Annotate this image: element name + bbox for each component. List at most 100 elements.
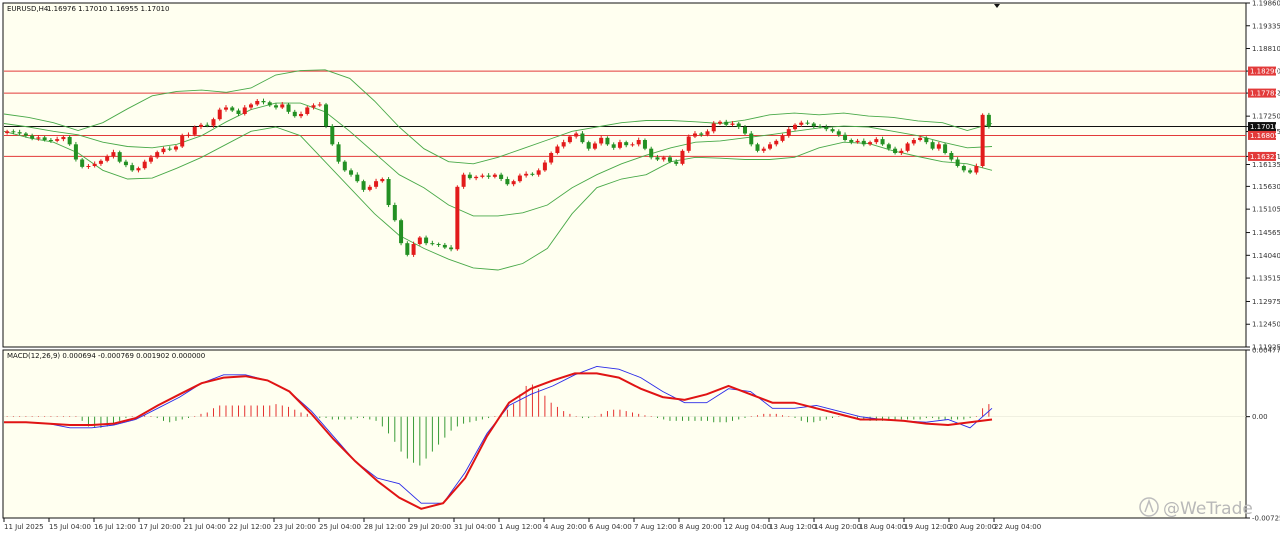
candle-body	[136, 168, 141, 171]
candle-body	[17, 132, 22, 134]
candle-body	[392, 205, 397, 221]
time-tick-label: 29 Jul 20:00	[409, 523, 451, 531]
candle-body	[436, 244, 441, 246]
candle-body	[642, 139, 647, 149]
candle-body	[455, 186, 460, 250]
candle-body	[936, 144, 941, 149]
candle-body	[180, 135, 185, 147]
candle-body	[830, 129, 835, 132]
price-tick-label: 1.13515	[1252, 275, 1280, 283]
candle-body	[480, 175, 485, 177]
price-tick-label: 1.14040	[1252, 252, 1280, 260]
level-label: 1.16321	[1250, 153, 1279, 161]
candle-body	[317, 104, 322, 106]
time-tick-label: 22 Jul 12:00	[229, 523, 271, 531]
candle-body	[449, 247, 454, 250]
candle-body	[861, 140, 866, 145]
candle-body	[349, 170, 354, 175]
candle-body	[980, 114, 985, 167]
candle-body	[955, 159, 960, 167]
candle-body	[567, 136, 572, 143]
candle-body	[605, 137, 610, 145]
candle-body	[793, 124, 798, 130]
candle-body	[386, 179, 391, 206]
candle-body	[617, 142, 622, 148]
chart-canvas: 1.19860 1.19335 1.18810 1.18290 1.17782 1.172…	[0, 0, 1280, 537]
time-tick-label: 17 Jul 20:00	[139, 523, 181, 531]
candle-body	[705, 131, 710, 135]
candle-body	[380, 179, 385, 182]
candle-body	[586, 142, 591, 149]
candle-body	[148, 157, 153, 162]
candle-body	[686, 136, 691, 151]
candle-body	[205, 124, 210, 126]
candle-body	[868, 142, 873, 145]
symbol-label: EURUSD,H4	[7, 5, 49, 13]
level-label: 1.18290	[1250, 68, 1279, 76]
candle-body	[974, 166, 979, 173]
candle-body	[424, 237, 429, 244]
candle-body	[661, 157, 666, 160]
candle-body	[486, 175, 491, 177]
time-tick-label: 25 Jul 04:00	[319, 523, 361, 531]
candle-body	[592, 143, 597, 149]
candle-body	[492, 174, 497, 177]
candle-body	[417, 237, 422, 245]
candle-body	[849, 139, 854, 143]
candle-body	[5, 131, 10, 134]
candle-body	[949, 152, 954, 160]
candle-body	[411, 244, 416, 255]
time-tick-label: 19 Aug 12:00	[904, 523, 951, 531]
candle-body	[836, 131, 841, 135]
candle-body	[743, 126, 747, 134]
candle-body	[405, 243, 410, 255]
candle-body	[855, 140, 860, 143]
candle-body	[736, 123, 741, 127]
candle-body	[299, 113, 304, 117]
price-tick-label: 1.19860	[1252, 0, 1280, 8]
candle-body	[580, 133, 585, 143]
candle-body	[611, 144, 616, 148]
price-tick-label: 1.14565	[1252, 229, 1280, 237]
candle-body	[805, 122, 810, 124]
macd-tick-label: -0.007257	[1252, 515, 1280, 523]
time-tick-label: 11 Jul 2025	[4, 523, 44, 531]
candle-body	[55, 139, 60, 141]
candle-body	[324, 104, 329, 127]
candle-body	[524, 173, 529, 176]
candle-body	[192, 126, 197, 135]
candle-body	[692, 133, 697, 137]
watermark-text: @WeTrade	[1163, 499, 1253, 519]
candle-body	[430, 243, 435, 245]
candle-body	[167, 148, 172, 150]
candle-body	[223, 107, 228, 110]
candle-body	[818, 126, 823, 128]
candle-body	[549, 152, 554, 163]
price-pane[interactable]	[2, 2, 1247, 348]
candle-body	[555, 146, 560, 153]
macd-tick-label: 0.00	[1252, 413, 1268, 421]
candle-body	[361, 181, 366, 190]
time-tick-label: 23 Jul 20:00	[274, 523, 316, 531]
candle-body	[130, 165, 135, 171]
candle-body	[86, 166, 91, 168]
candle-body	[374, 181, 379, 187]
candle-body	[249, 104, 253, 108]
candle-body	[155, 152, 160, 158]
candle-body	[786, 129, 791, 136]
candle-body	[61, 136, 66, 140]
candle-body	[542, 162, 547, 171]
ohlc-readout: 1.16976 1.17010 1.16955 1.17010	[47, 5, 169, 13]
candle-body	[105, 156, 110, 161]
candle-body	[968, 170, 973, 173]
candle-body	[667, 157, 672, 162]
candle-body	[461, 174, 466, 187]
candle-body	[680, 150, 685, 164]
candle-body	[636, 139, 641, 145]
candle-body	[505, 179, 510, 185]
level-label: 1.17010	[1250, 123, 1279, 131]
candle-body	[305, 107, 310, 114]
candle-body	[899, 150, 904, 153]
candle-body	[467, 174, 472, 179]
macd-pane[interactable]	[2, 349, 1247, 519]
